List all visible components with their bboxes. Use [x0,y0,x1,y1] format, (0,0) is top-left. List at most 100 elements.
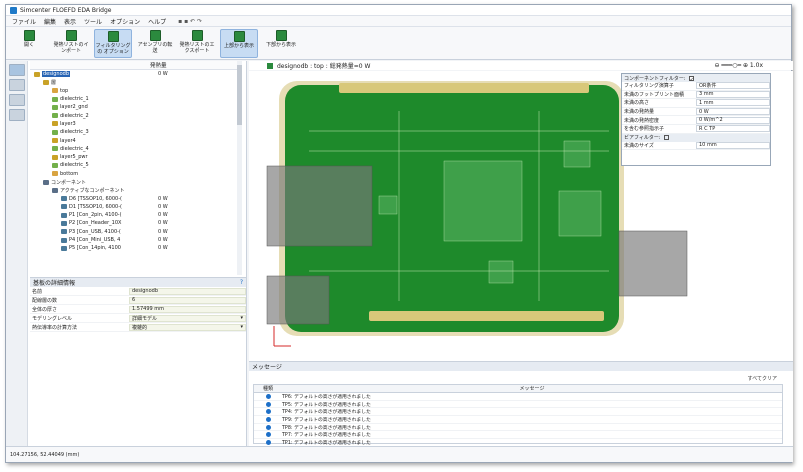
filter-enable-checkbox[interactable]: ✓ [688,75,694,83]
ribbon-button[interactable]: 発熱リストのイ ンポート [52,29,90,58]
ribbon-icon [107,31,119,42]
tree-row[interactable]: bottom [30,170,242,178]
tree-row[interactable]: dielectric_4 [30,145,242,153]
app-window: Simcenter FLOEFD EDA Bridge ファイル 編集 表示 ツールオ… [5,4,793,463]
vertical-toolbar [6,61,28,448]
info-icon [254,401,282,407]
property-value-text: 詳細モデル [132,315,158,322]
component-icon[interactable] [8,94,25,106]
tree-node-icon [52,146,58,152]
message-row[interactable]: TP8: デフォルトの高さが適用されました [254,424,782,432]
tree-node-label: 層 [51,79,57,86]
menu-item[interactable]: 編集 [44,17,56,26]
tree-row[interactable]: layer2_gnd [30,103,242,111]
tree-node-heat: 0 W [158,237,168,244]
tree-row[interactable]: dielectric_2 [30,111,242,119]
help-icon[interactable]: ? [240,279,243,286]
menu-item[interactable]: オプション [110,17,140,26]
property-value-text: 複雑的 [132,324,148,331]
tree-row[interactable]: P2 [Con_Header_10X 0 W [30,219,242,227]
clear-all-button[interactable]: すべてクリア [748,375,777,382]
ribbon-label: フィルタリングの オプション [95,43,131,55]
filter-row-value[interactable]: 0 W/m^2 [696,116,770,124]
tree-node-icon [52,88,58,94]
tree-row[interactable]: P4 [Con_Mini_USB, 4 0 W [30,236,242,244]
tree-row[interactable]: P5 [Con_14pin, 4100 0 W [30,244,242,252]
ribbon-button[interactable]: アセンブリの転 送 [136,29,174,58]
filter-row-value[interactable]: 0 W [696,108,770,116]
tree-row[interactable]: 層 [30,78,242,86]
tree-row[interactable]: D1 [TSSOP10, 6000-(0 W [30,203,242,211]
info-icon [254,409,282,415]
component-filter-panel: コンポーネントフィルター: ✓ フィルタリング演算子 OR条件 未満のフットプリント… [621,73,771,166]
menu-item[interactable]: ファイル [12,17,36,26]
layers-icon[interactable] [8,79,25,91]
ribbon-button[interactable]: 上部から表示 [220,29,258,58]
tree-node-icon [52,162,58,168]
tree-scrollbar[interactable] [237,61,242,275]
tree-row[interactable]: layer3 [30,120,242,128]
menu-bar: ファイル 編集 表示 ツール オプション ヘルプ ▪ ▪ ↶ ↷ [6,16,791,27]
tree-row[interactable]: layer5_pwr [30,153,242,161]
message-table-header: 種類 メッセージ [254,385,782,393]
property-value[interactable]: designodb [129,287,246,295]
tree-node-label: D6 [TSSOP10, 6000-( [69,195,122,202]
info-icon [254,393,282,399]
tree-row[interactable]: dielectric_3 [30,128,242,136]
tree-node-label: layer5_pwr [60,154,88,161]
tree-node-label: アクティブなコンポーネント [60,187,125,194]
edit-icon[interactable] [8,109,25,121]
tree-row[interactable]: top [30,87,242,95]
tree-row[interactable]: layer4 [30,136,242,144]
message-row[interactable]: TP7: デフォルトの高さが適用されました [254,431,782,440]
filter-row-value[interactable]: OR条件 [696,82,770,90]
tree-row[interactable]: dielectric_1 [30,95,242,103]
menu-item[interactable]: ヘルプ [148,17,166,26]
tree-node-icon [43,79,49,85]
filter-row-value[interactable]: 3 mm [696,90,770,98]
menu-item[interactable]: ツール [84,17,102,26]
filter-row-label: 未満の高さ [624,100,650,107]
filter-row-value[interactable]: 10 mm [696,141,770,149]
tree-node-icon [61,245,67,251]
tree-node-heat: 0 W [158,203,168,210]
message-row[interactable]: TP9: デフォルトの高さが適用されました [254,416,782,424]
ribbon-button[interactable]: 発熱リストのエ クスポート [178,29,216,58]
ribbon-button[interactable]: 開く [10,29,48,58]
property-value[interactable]: 1.57499 mm [129,305,246,313]
filter-row: フィルタリング演算子 OR条件 [622,82,770,91]
tree-row[interactable]: P3 [Con_USB, 4100-(0 W [30,228,242,236]
property-label: モデリングレベル [32,315,73,322]
menu-item[interactable]: 表示 [64,17,76,26]
tree-node-label: P1 [Con_2pin, 4100-( [69,212,122,219]
filter-row-value[interactable]: R C TP [696,125,770,133]
message-panel: メッセージ すべてクリア 種類 メッセージ TP6: デフォルトの高さが適用され… [249,361,793,448]
tree-node-heat: 0 W [158,245,168,252]
tree-node-icon [61,229,67,235]
ribbon-icon [65,30,77,41]
tree-node-heat: 0 W [158,228,168,235]
tree-node-icon [61,196,67,202]
filter-row-value[interactable]: 1 mm [696,99,770,107]
message-row[interactable]: TP5: デフォルトの高さが適用されました [254,401,782,409]
filter-row: 未満のサイズ 10 mm [622,141,770,151]
property-value[interactable]: 詳細モデル ▾ [129,314,246,322]
tree-row[interactable]: P1 [Con_2pin, 4100-(0 W [30,211,242,219]
via-filter-checkbox[interactable] [663,135,669,141]
filter-title: コンポーネントフィルター: [624,75,686,82]
tree-row[interactable]: アクティブなコンポーネント [30,186,242,194]
filter-row-label: 未満のサイズ [624,142,654,149]
tree-row[interactable]: dielectric_5 [30,161,242,169]
zoom-slider[interactable]: ⊖ ━━━○━ ⊕ 1.0x [714,62,763,69]
message-row[interactable]: TP6: デフォルトの高さが適用されました [254,393,782,401]
ribbon-button[interactable]: 下部から表示 [262,29,300,58]
tree-row[interactable]: D6 [TSSOP10, 6000-(0 W [30,194,242,202]
tree-view-icon[interactable] [8,64,25,76]
property-value[interactable]: 6 [129,296,246,304]
tree-row[interactable]: コンポーネント [30,178,242,186]
message-row[interactable]: TP4: デフォルトの高さが適用されました [254,408,782,417]
tree-row[interactable]: designodb 0 W [30,70,242,78]
property-value[interactable]: 複雑的 ▾ [129,323,246,331]
tree-node-icon [43,179,49,185]
ribbon-button[interactable]: フィルタリングの オプション [94,29,132,58]
